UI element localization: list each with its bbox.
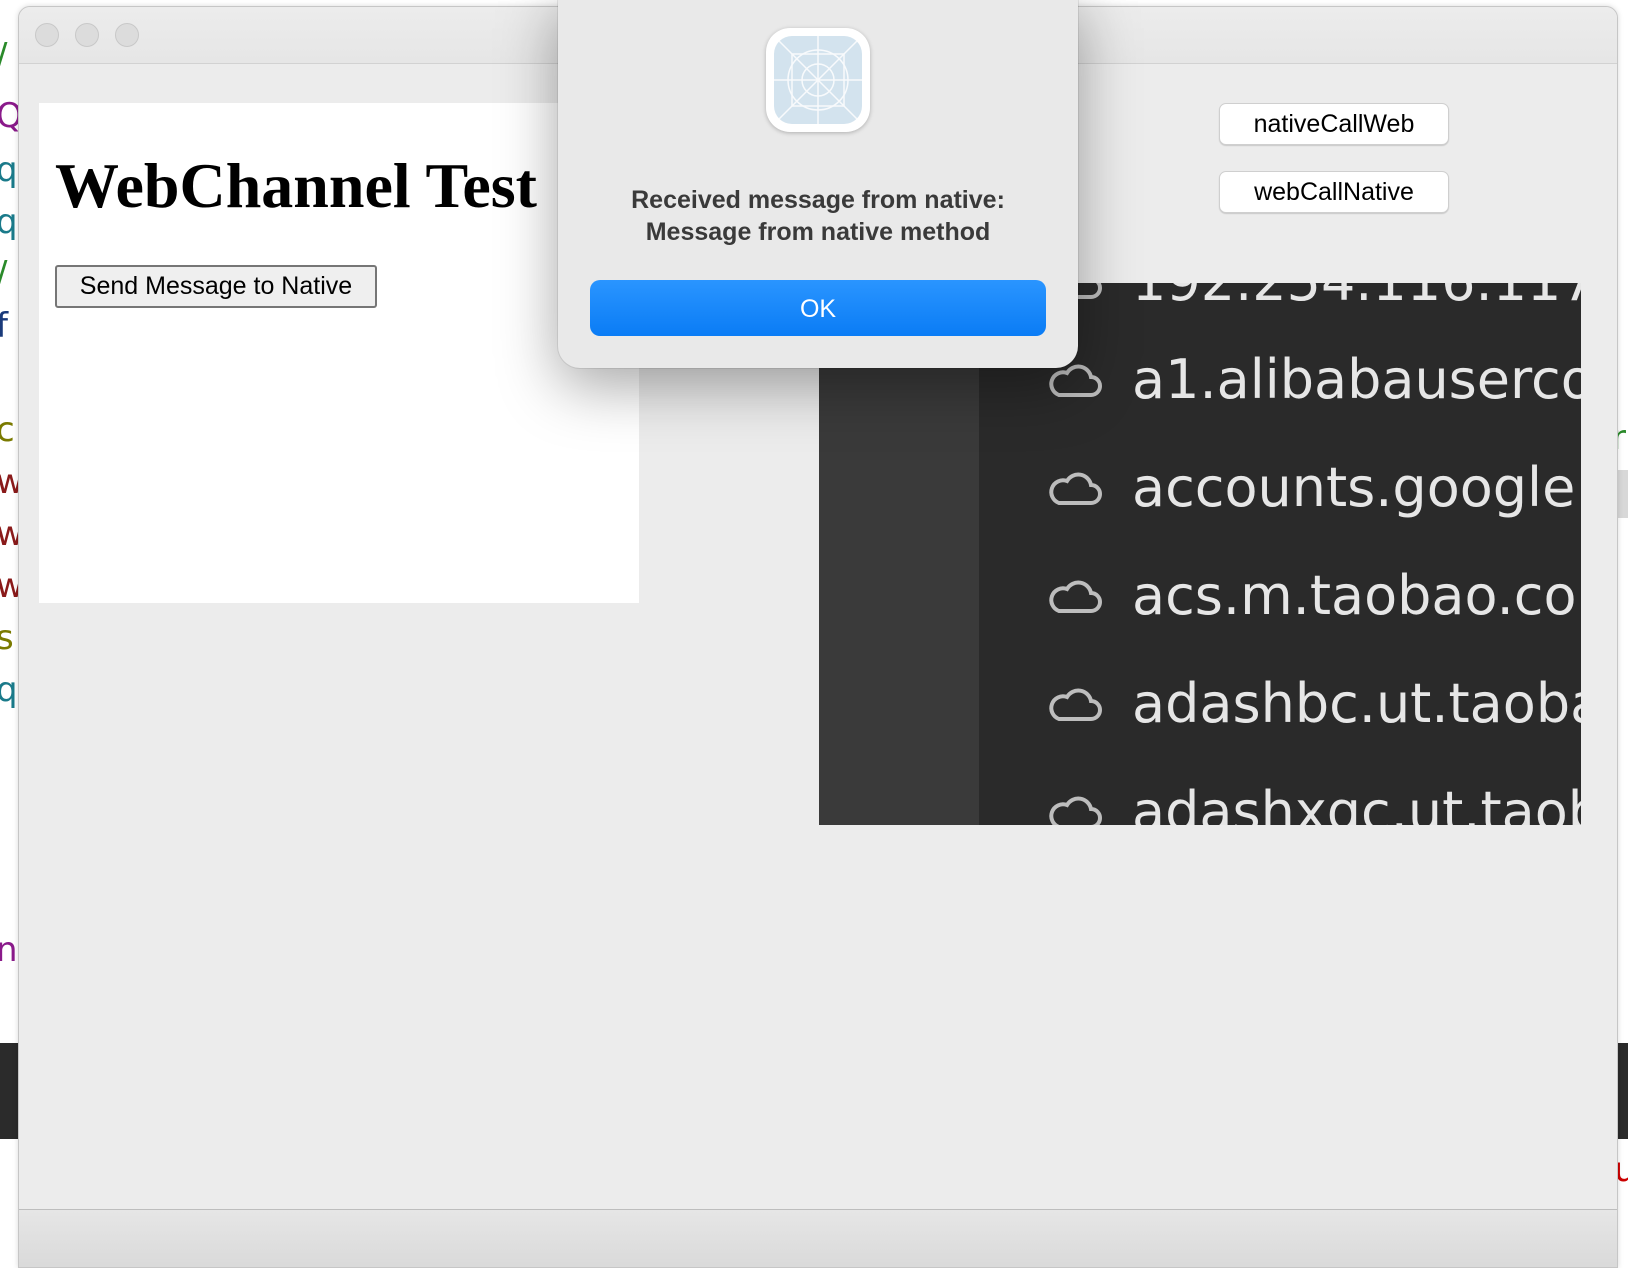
- host-name: accounts.google.c: [1132, 456, 1581, 519]
- bg-glyph: /: [0, 36, 7, 76]
- cloud-icon: [1049, 580, 1102, 613]
- window-status-bar: [19, 1209, 1617, 1267]
- bg-glyph: s: [0, 618, 14, 658]
- bg-glyph: q: [0, 670, 18, 710]
- alert-message-line: Message from native method: [645, 218, 991, 246]
- alert-message: Received message from native: Message fr…: [578, 184, 1058, 248]
- web-call-native-button[interactable]: webCallNative: [1219, 171, 1449, 213]
- cloud-icon: [1049, 796, 1102, 825]
- web-page-title: WebChannel Test: [55, 150, 537, 221]
- bg-glyph: n: [0, 930, 18, 970]
- host-name: adashbc.ut.taobao: [1132, 672, 1581, 735]
- host-name: a1.alibabausercont: [1132, 348, 1581, 411]
- app-icon: [766, 28, 870, 132]
- host-row: 192.254.116.117: [1047, 283, 1581, 329]
- cloud-icon: [1049, 472, 1102, 505]
- send-message-to-native-button[interactable]: Send Message to Native: [55, 265, 377, 308]
- host-name: 192.254.116.117: [1132, 283, 1581, 315]
- minimize-window-button[interactable]: [75, 23, 99, 47]
- close-window-button[interactable]: [35, 23, 59, 47]
- background-dark-strip: [0, 1043, 18, 1139]
- host-row: adashxgc.ut.taoba: [1047, 779, 1581, 825]
- bg-glyph: f: [0, 306, 8, 346]
- cloud-icon: [1049, 688, 1102, 721]
- alert-dialog: Received message from native: Message fr…: [558, 0, 1078, 368]
- host-row: acs.m.taobao.com: [1047, 563, 1581, 643]
- generic-app-icon: [774, 36, 862, 124]
- bg-glyph: q: [0, 202, 18, 242]
- ok-button[interactable]: OK: [590, 280, 1046, 336]
- host-name: adashxgc.ut.taoba: [1132, 780, 1581, 825]
- alert-message-line: Received message from native:: [631, 186, 1005, 214]
- bg-glyph: c: [0, 410, 15, 450]
- host-row: adashbc.ut.taobao: [1047, 671, 1581, 751]
- web-view: WebChannel Test Send Message to Native: [39, 103, 639, 603]
- bg-glyph: /: [0, 254, 7, 294]
- host-name: acs.m.taobao.com: [1132, 564, 1581, 627]
- zoom-window-button[interactable]: [115, 23, 139, 47]
- bg-glyph: q: [0, 150, 18, 190]
- host-row: accounts.google.c: [1047, 455, 1581, 535]
- native-call-web-button[interactable]: nativeCallWeb: [1219, 103, 1449, 145]
- host-row: a1.alibabausercont: [1047, 347, 1581, 427]
